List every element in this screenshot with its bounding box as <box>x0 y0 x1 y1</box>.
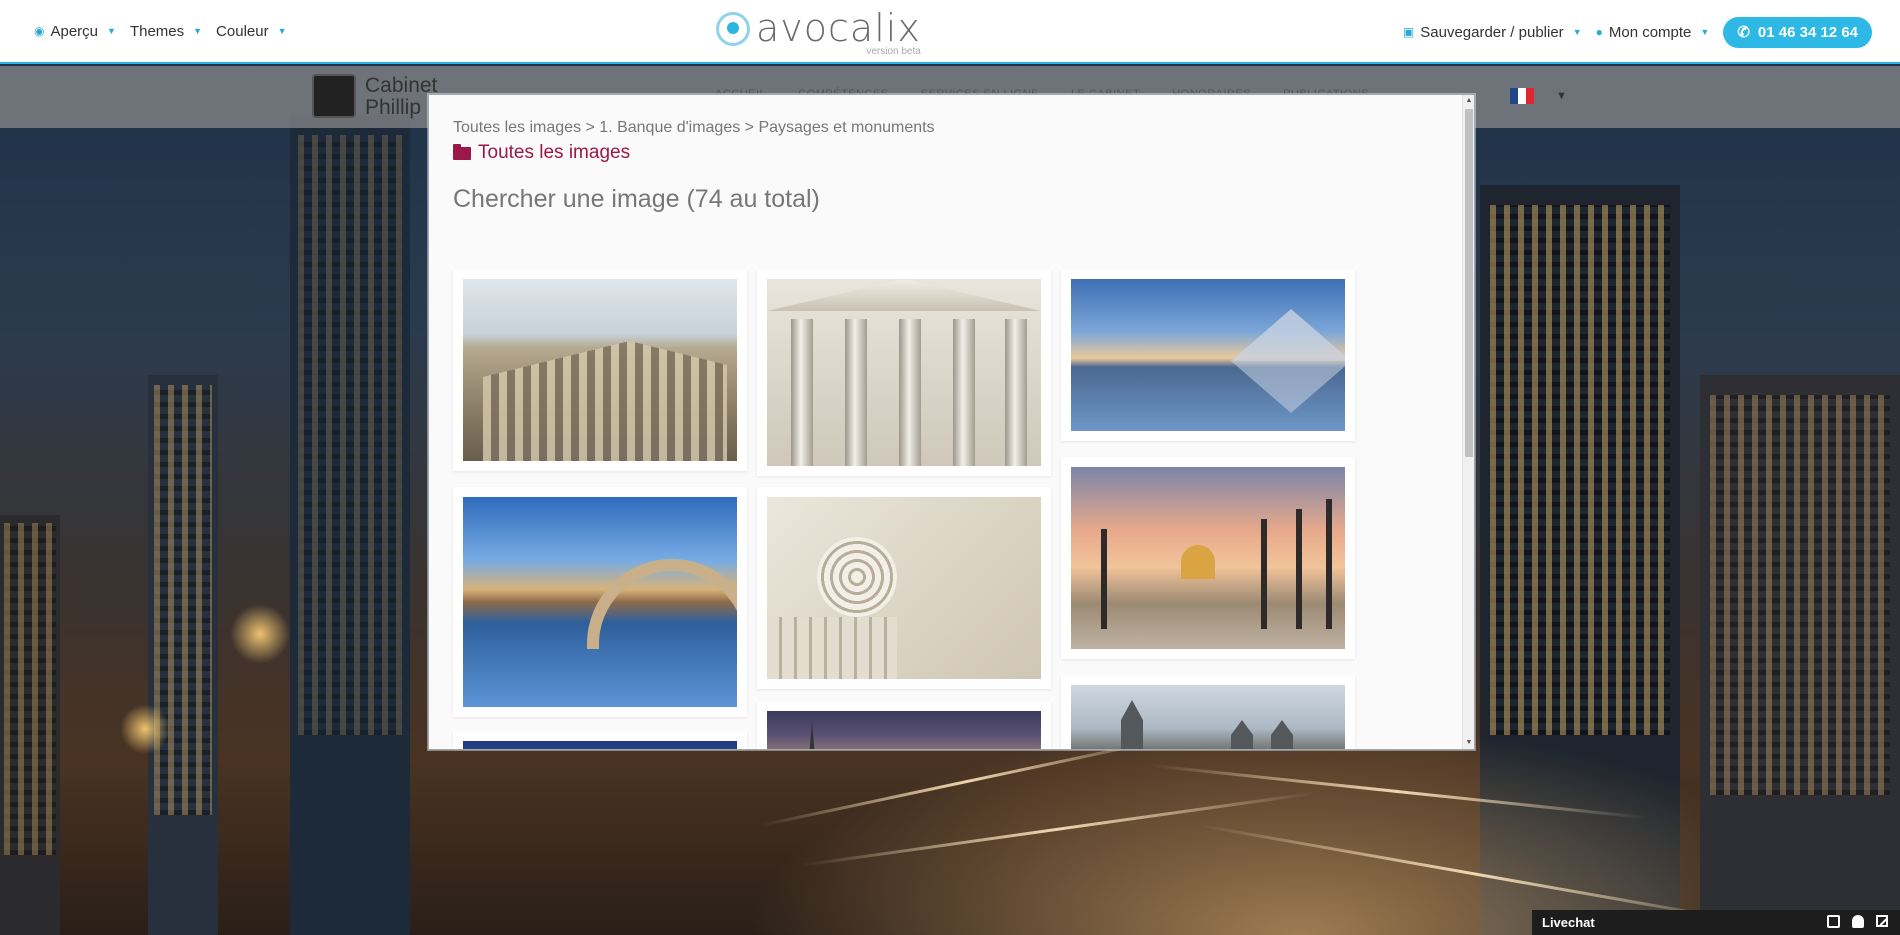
user-icon: ● <box>1595 25 1603 39</box>
building <box>1700 375 1900 935</box>
modal-scrollbar[interactable]: ▲ ▼ <box>1462 95 1474 749</box>
building <box>148 375 218 935</box>
folder-label: Toutes les images <box>478 142 631 163</box>
image-card-columns[interactable] <box>757 269 1051 476</box>
image-thumbnail <box>767 279 1041 466</box>
scroll-up-arrow-icon[interactable]: ▲ <box>1463 95 1474 107</box>
scrollbar-thumb[interactable] <box>1465 109 1473 457</box>
chevron-down-icon: ▼ <box>1700 27 1710 37</box>
site-logo[interactable] <box>312 74 356 118</box>
apercu-label: Aperçu <box>50 22 99 40</box>
breadcrumb[interactable]: Toutes les images > 1. Banque d'images >… <box>453 119 1450 137</box>
themes-menu[interactable]: Themes ▼ <box>130 23 202 40</box>
page-title: Chercher une image (74 au total) <box>453 185 820 213</box>
account-label: Mon compte <box>1608 23 1692 41</box>
image-card-night-city[interactable] <box>453 731 747 749</box>
building <box>290 115 410 935</box>
image-thumbnail <box>463 741 737 749</box>
chevron-down-icon: ▼ <box>277 26 287 36</box>
image-card-eiffel-tower[interactable] <box>757 701 1051 749</box>
site-name: Cabinet Phillip <box>365 75 437 119</box>
phone-button[interactable]: ✆ 01 46 34 12 64 <box>1723 16 1872 48</box>
chevron-down-icon: ▼ <box>193 26 203 36</box>
popout-icon[interactable] <box>1876 915 1888 927</box>
image-card-ionic-capital[interactable] <box>757 487 1051 689</box>
image-thumbnail <box>767 711 1041 749</box>
couleur-label: Couleur <box>216 22 269 40</box>
account-menu[interactable]: ● Mon compte ▼ <box>1596 24 1710 41</box>
chevron-down-icon: ▼ <box>107 26 116 36</box>
themes-label: Themes <box>129 22 185 40</box>
couleur-menu[interactable]: Couleur ▼ <box>216 23 286 40</box>
image-thumbnail <box>1071 279 1345 431</box>
floppy-icon: ▣ <box>1402 25 1415 39</box>
logo-mark-icon <box>716 12 750 46</box>
logo-version: version beta <box>866 46 921 57</box>
save-label: Sauvegarder / publier <box>1420 23 1564 41</box>
editor-toolbar: ◉ Aperçu ▼ Themes ▼ Couleur ▼ avocalix v… <box>0 0 1900 64</box>
eye-icon: ◉ <box>34 24 45 38</box>
image-thumbnail <box>1071 685 1345 749</box>
building <box>0 515 60 935</box>
image-card-ghent[interactable] <box>453 487 747 717</box>
image-thumbnail <box>463 497 737 707</box>
avocalix-logo[interactable]: avocalix version beta <box>716 6 921 57</box>
image-thumbnail <box>463 279 737 461</box>
image-thumbnail <box>767 497 1041 679</box>
all-images-folder-link[interactable]: Toutes les images <box>453 142 1450 164</box>
street-light <box>230 604 290 664</box>
image-card-louvre[interactable] <box>1061 269 1355 441</box>
livechat-bar[interactable]: Livechat <box>1532 910 1900 935</box>
bell-icon[interactable] <box>1852 915 1864 928</box>
french-flag-icon[interactable] <box>1510 88 1534 104</box>
phone-number: 01 46 34 12 64 <box>1757 23 1858 41</box>
chevron-down-icon: ▼ <box>1572 27 1582 37</box>
logo-text: avocalix <box>756 6 921 50</box>
folder-icon <box>453 144 471 160</box>
apercu-menu[interactable]: ◉ Aperçu ▼ <box>34 23 116 40</box>
image-picker-modal: Toutes les images > 1. Banque d'images >… <box>428 94 1475 750</box>
phone-icon: ✆ <box>1737 24 1750 41</box>
save-publish-menu[interactable]: ▣ Sauvegarder / publier ▼ <box>1403 24 1582 41</box>
window-icon[interactable] <box>1827 915 1840 928</box>
image-thumbnail <box>1071 467 1345 649</box>
street-light <box>120 704 170 754</box>
image-card-pont-alexandre[interactable] <box>1061 457 1355 659</box>
image-card-palais-de-justice[interactable] <box>453 269 747 471</box>
image-card-conciergerie[interactable] <box>1061 675 1355 749</box>
site-name-line1: Cabinet <box>365 74 438 97</box>
scroll-down-arrow-icon[interactable]: ▼ <box>1463 737 1474 749</box>
site-name-line2: Phillip <box>365 96 422 119</box>
livechat-label: Livechat <box>1542 915 1595 930</box>
chevron-down-icon[interactable]: ▼ <box>1556 90 1567 102</box>
